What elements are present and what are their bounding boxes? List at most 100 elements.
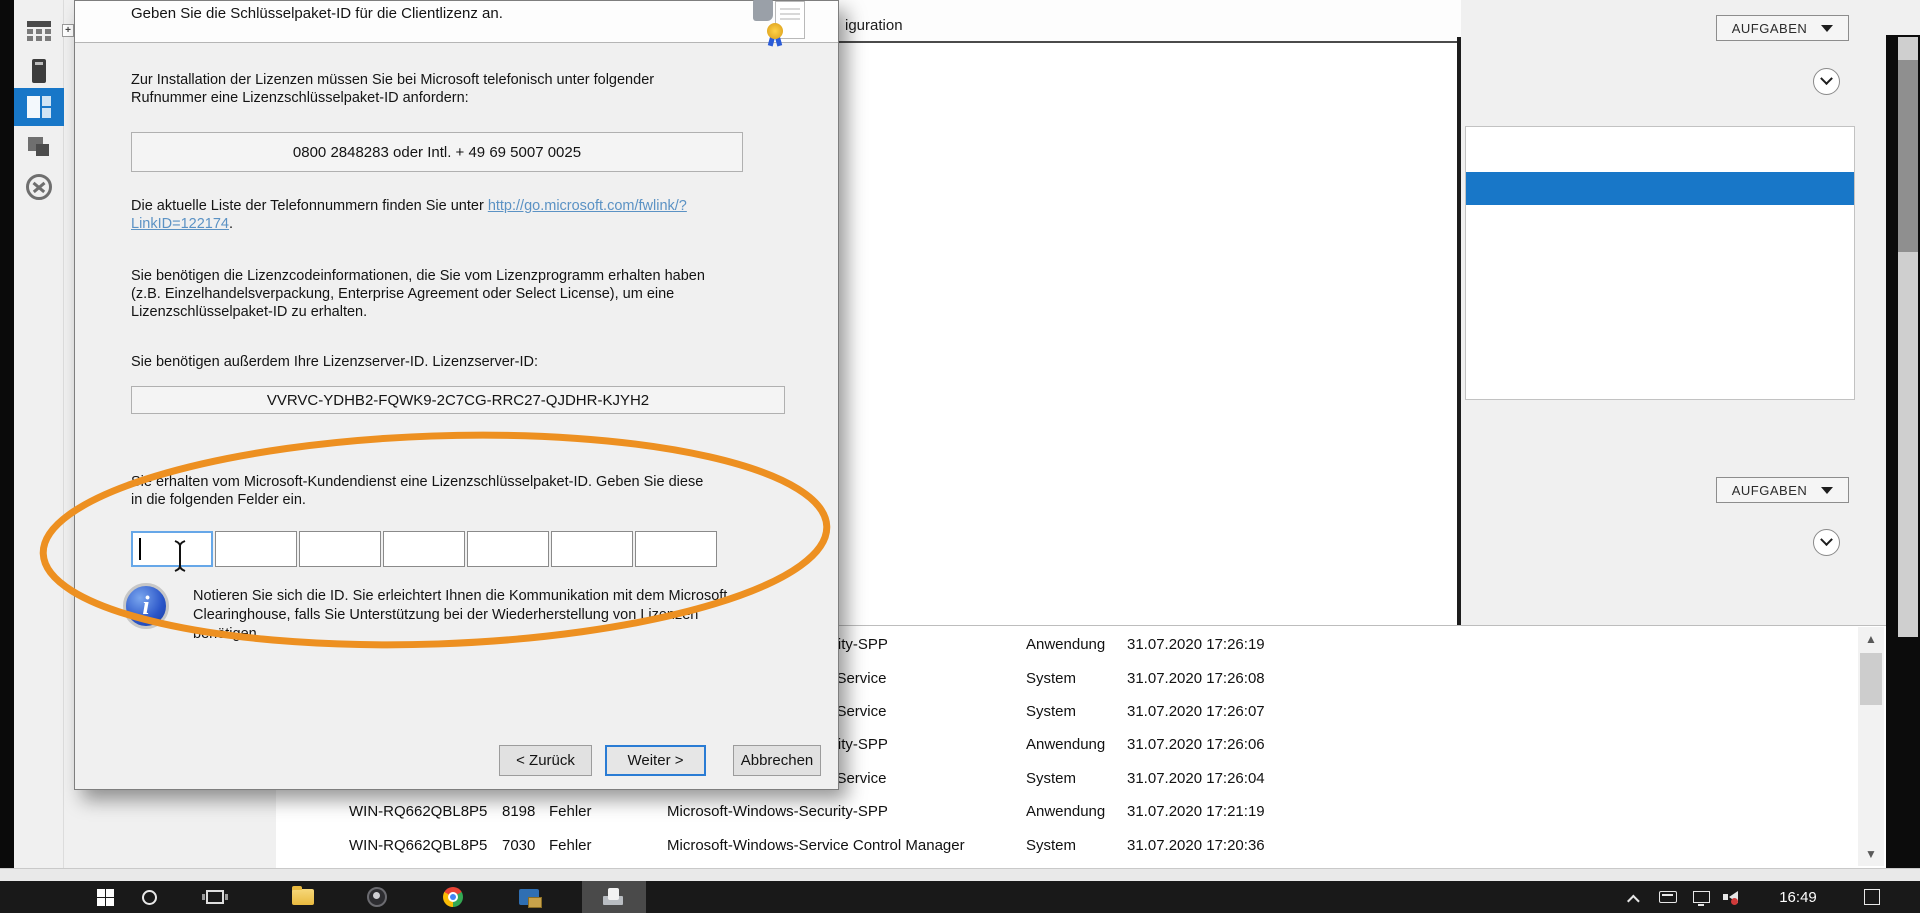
event-scrollbar[interactable]: ▲ ▼: [1858, 627, 1884, 866]
search-icon: [142, 890, 157, 905]
windows-logo-icon: [97, 889, 114, 906]
key-pack-id-field-7[interactable]: [635, 531, 717, 567]
volume-tray-button[interactable]: [1718, 881, 1748, 913]
event-cell-source: Microsoft-Windows-Service Control Manage…: [667, 837, 1026, 854]
sidebar-item-licensing-selected[interactable]: [14, 88, 64, 126]
obs-icon: [367, 887, 387, 907]
key-pack-id-field-6[interactable]: [551, 531, 633, 567]
next-button[interactable]: Weiter >: [605, 745, 706, 776]
event-cell-log: System: [1026, 837, 1127, 854]
event-cell-server: WIN-RQ662QBL8P5: [349, 803, 502, 820]
background-window-title-fragment: iguration: [845, 17, 903, 34]
screen-left-edge: [0, 0, 14, 881]
intro-text: Zur Installation der Lizenzen müssen Sie…: [131, 71, 711, 107]
cancel-button[interactable]: Abbrechen: [733, 745, 821, 776]
task-view-button[interactable]: [196, 881, 234, 913]
phone-list-suffix: .: [229, 216, 233, 232]
event-cell-log: System: [1026, 670, 1127, 687]
event-cell-log: Anwendung: [1026, 803, 1127, 820]
display-tray-button[interactable]: [1686, 881, 1716, 913]
dashboard-layout-icon: [27, 96, 51, 118]
phone-number: 0800 2848283 oder Intl. + 49 69 5007 002…: [293, 144, 581, 161]
license-server-id: VVRVC-YDHB2-FQWK9-2C7CG-RRC27-QJDHR-KJYH…: [267, 392, 649, 409]
right-panel-list[interactable]: [1465, 126, 1855, 400]
notification-square-icon: [1864, 889, 1880, 905]
search-button[interactable]: [132, 881, 166, 913]
dropdown-arrow-icon: [1821, 25, 1833, 32]
event-cell-log: System: [1026, 770, 1127, 787]
event-cell-time: 31.07.2020 17:26:07: [1127, 703, 1856, 720]
back-button[interactable]: < Zurück: [499, 745, 592, 776]
phone-list-text: Die aktuelle Liste der Telefonnummern fi…: [131, 197, 711, 233]
tree-expander-plus[interactable]: +: [62, 24, 74, 37]
sidebar-item-collections[interactable]: [14, 128, 64, 166]
tasks-dropdown-button[interactable]: AUFGABEN: [1716, 15, 1849, 41]
server-id-label: Sie benötigen außerdem Ihre Lizenzserver…: [131, 353, 711, 371]
scroll-up-icon[interactable]: ▲: [1858, 627, 1884, 651]
sidebar-item-server[interactable]: [14, 52, 64, 90]
tasks-button-label: AUFGABEN: [1732, 483, 1808, 498]
window-bottom-strip: [0, 868, 1920, 881]
collections-copy-icon: [28, 137, 50, 157]
display-icon: [1693, 891, 1710, 903]
tasks-dropdown-button-2[interactable]: AUFGABEN: [1716, 477, 1849, 503]
volume-muted-icon: [1729, 891, 1738, 903]
info-icon: i: [123, 583, 169, 629]
note-text: Notieren Sie sich die ID. Sie erleichter…: [193, 587, 753, 644]
clock-label: 16:49: [1779, 889, 1817, 906]
sidebar-item-remote[interactable]: [14, 168, 64, 206]
event-cell-time: 31.07.2020 17:20:36: [1127, 837, 1856, 854]
action-center-button[interactable]: [1852, 881, 1892, 913]
event-cell-id: 7030: [502, 837, 549, 854]
rd-licensing-active-button[interactable]: [582, 881, 646, 913]
event-cell-log: Anwendung: [1026, 736, 1127, 753]
key-pack-id-field-2[interactable]: [215, 531, 297, 567]
event-scrollbar-thumb[interactable]: [1860, 653, 1882, 705]
license-server-id-box: VVRVC-YDHB2-FQWK9-2C7CG-RRC27-QJDHR-KJYH…: [131, 386, 785, 414]
collapse-section-button-2[interactable]: [1813, 529, 1840, 556]
key-pack-id-field-5[interactable]: [467, 531, 549, 567]
event-cell-time: 31.07.2020 17:26:06: [1127, 736, 1856, 753]
obs-button[interactable]: [358, 881, 396, 913]
clock[interactable]: 16:49: [1772, 881, 1824, 913]
event-cell-time: 31.07.2020 17:26:04: [1127, 770, 1856, 787]
window-scrollbar-thumb[interactable]: [1898, 60, 1918, 252]
event-cell-server: WIN-RQ662QBL8P5: [349, 837, 502, 854]
wizard-header: Geben Sie die Schlüsselpaket-ID für die …: [75, 1, 838, 43]
event-table-row[interactable]: WIN-RQ662QBL8P57030FehlerMicrosoft-Windo…: [276, 828, 1856, 861]
chrome-button[interactable]: [434, 881, 472, 913]
scroll-down-icon[interactable]: ▼: [1858, 842, 1884, 866]
event-cell-log: Anwendung: [1026, 636, 1127, 653]
sidebar-item-modules[interactable]: [14, 12, 64, 50]
chevron-up-icon: [1627, 894, 1640, 907]
chrome-icon: [443, 887, 463, 907]
phone-number-box: 0800 2848283 oder Intl. + 49 69 5007 002…: [131, 132, 743, 172]
event-table-row[interactable]: WIN-RQ662QBL8P58198FehlerMicrosoft-Windo…: [276, 795, 1856, 828]
key-pack-id-field-1[interactable]: [131, 531, 213, 567]
chevron-down-icon: [1820, 533, 1833, 546]
event-cell-source: Microsoft-Windows-Security-SPP: [667, 803, 1026, 820]
license-wizard-dialog: Geben Sie die Schlüsselpaket-ID für die …: [74, 0, 839, 790]
server-manager-button[interactable]: [508, 881, 550, 913]
key-pack-id-field-3[interactable]: [299, 531, 381, 567]
collapse-section-button[interactable]: [1813, 68, 1840, 95]
dropdown-arrow-icon: [1821, 487, 1833, 494]
chevron-down-icon: [1820, 72, 1833, 85]
event-cell-level: Fehler: [549, 803, 667, 820]
key-pack-id-field-4[interactable]: [383, 531, 465, 567]
server-manager-icon: [519, 889, 539, 905]
hidden-icons-button[interactable]: [1622, 881, 1648, 913]
modules-grid-icon: [27, 21, 51, 41]
event-cell-log: System: [1026, 703, 1127, 720]
event-cell-level: Fehler: [549, 837, 667, 854]
touch-keyboard-button[interactable]: [1652, 881, 1684, 913]
event-cell-time: 31.07.2020 17:21:19: [1127, 803, 1856, 820]
start-button[interactable]: [88, 881, 122, 913]
event-cell-time: 31.07.2020 17:26:08: [1127, 670, 1856, 687]
keyboard-icon: [1659, 891, 1677, 903]
selected-list-row[interactable]: [1466, 172, 1854, 205]
license-info-text: Sie benötigen die Lizenzcodeinformatione…: [131, 267, 711, 321]
file-explorer-button[interactable]: [284, 881, 322, 913]
certificate-icon: [735, 0, 825, 43]
taskbar: 16:49: [0, 881, 1920, 913]
